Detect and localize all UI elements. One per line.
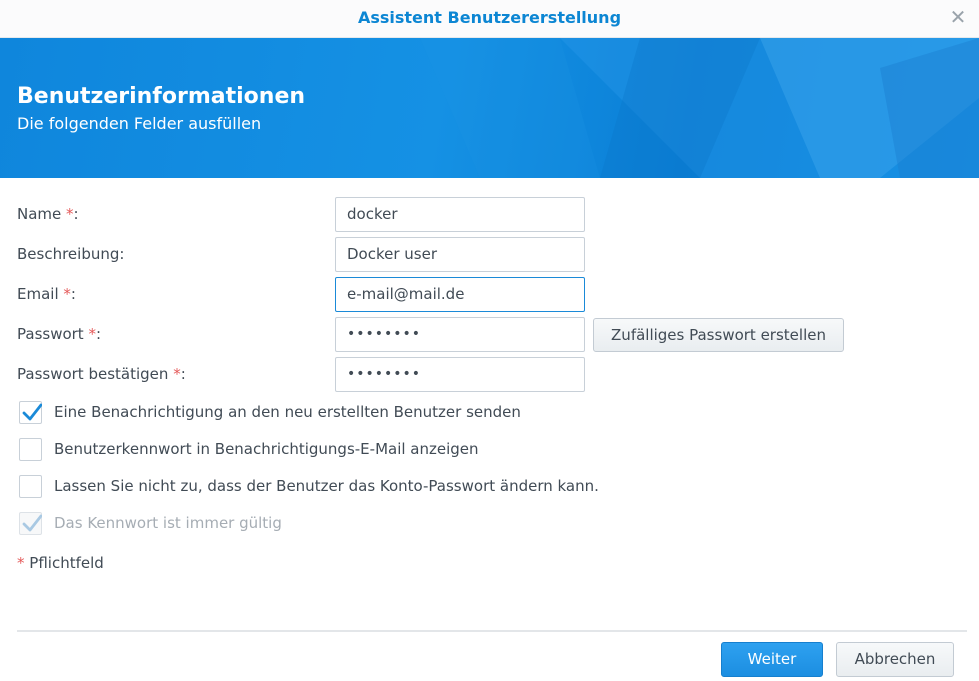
generate-password-button[interactable]: Zufälliges Passwort erstellen — [593, 318, 844, 352]
window-title: Assistent Benutzererstellung — [357, 8, 622, 27]
banner-subtitle: Die folgenden Felder ausfüllen — [17, 114, 262, 133]
close-icon[interactable]: ✕ — [947, 6, 969, 28]
send-notification-checkbox[interactable] — [19, 401, 42, 424]
name-field[interactable]: docker — [335, 197, 585, 232]
footer-divider — [17, 630, 967, 632]
password-never-expires-checkbox — [19, 512, 42, 535]
cancel-button[interactable]: Abbrechen — [836, 642, 954, 677]
disallow-password-change-checkbox[interactable] — [19, 475, 42, 498]
banner-title: Benutzerinformationen — [17, 84, 306, 109]
password-confirm-label: Passwort bestätigen *: — [17, 365, 186, 383]
checkmark-icon — [22, 403, 42, 421]
show-password-label: Benutzerkennwort in Benachrichtigungs-E-… — [54, 440, 479, 458]
required-field-note: * Pflichtfeld — [17, 554, 104, 572]
send-notification-label: Eine Benachrichtigung an den neu erstell… — [54, 403, 521, 421]
description-label: Beschreibung: — [17, 245, 125, 263]
email-label: Email *: — [17, 285, 76, 303]
password-never-expires-label: Das Kennwort ist immer gültig — [54, 514, 282, 532]
checkmark-icon — [22, 514, 42, 532]
password-confirm-field[interactable]: •••••••• — [335, 357, 585, 392]
header-banner: Benutzerinformationen Die folgenden Feld… — [0, 38, 979, 178]
password-field[interactable]: •••••••• — [335, 317, 585, 352]
disallow-password-change-label: Lassen Sie nicht zu, dass der Benutzer d… — [54, 477, 599, 495]
show-password-checkbox[interactable] — [19, 438, 42, 461]
next-button[interactable]: Weiter — [721, 642, 823, 677]
description-field[interactable]: Docker user — [335, 237, 585, 272]
name-label: Name *: — [17, 205, 79, 223]
title-bar: Assistent Benutzererstellung ✕ — [0, 0, 979, 38]
password-label: Passwort *: — [17, 325, 102, 343]
email-field[interactable]: e-mail@mail.de — [335, 277, 585, 312]
